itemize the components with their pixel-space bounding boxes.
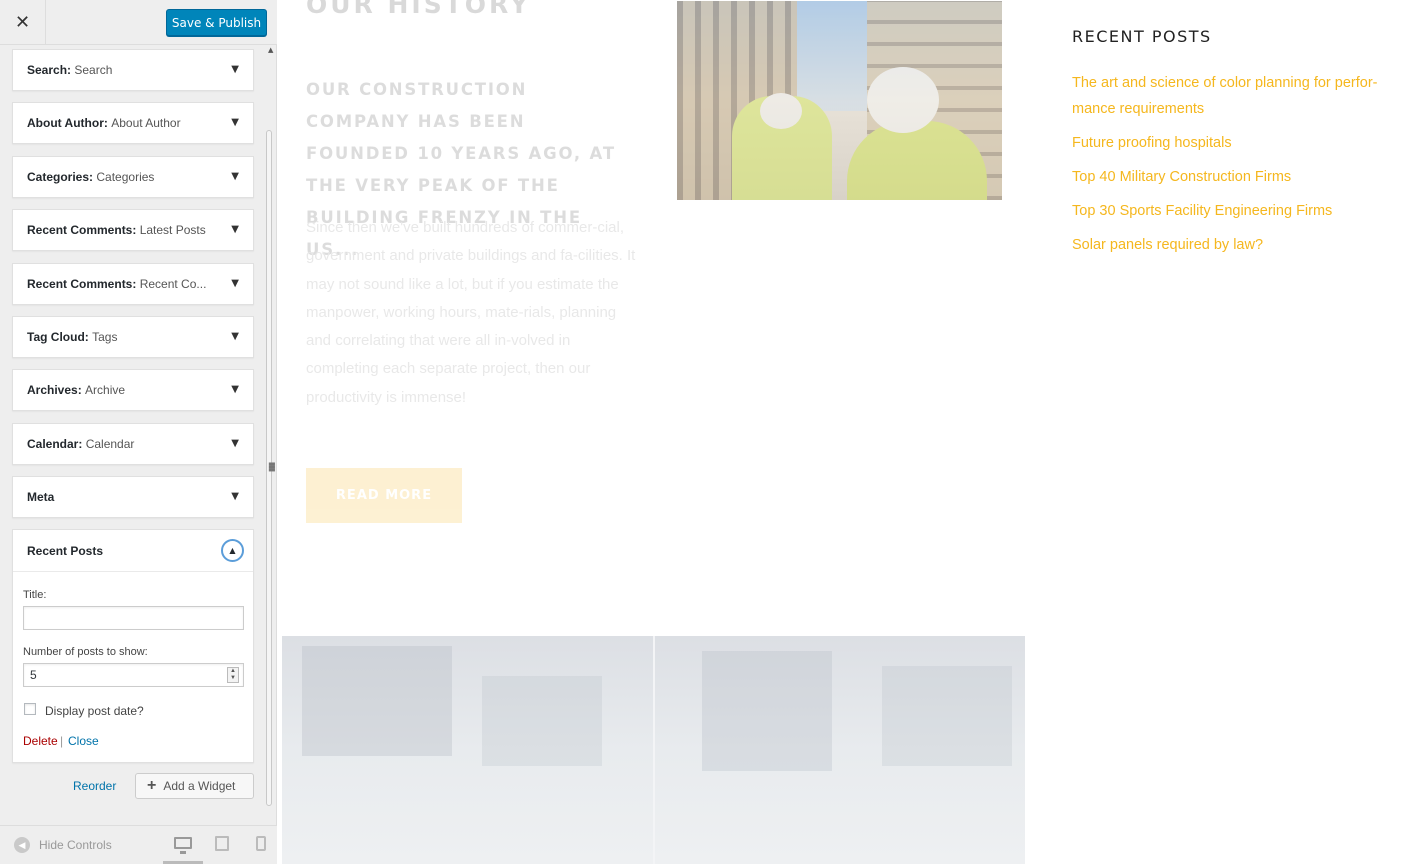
recent-post-link[interactable]: Solar panels required by law? [1072,232,1392,258]
widget-name: Recent Comments [27,277,133,291]
add-widget-label: Add a Widget [163,779,236,793]
sidebar-footer: ◀ Hide Controls [0,825,277,864]
widget-name: Recent Comments [27,223,133,237]
chevron-up-icon[interactable]: ▲ [221,539,244,562]
widget-meta[interactable]: Meta ▼ [12,476,254,518]
widget-name: Categories [27,170,90,184]
posts-count-input[interactable]: 5 ▲ ▼ [23,663,244,687]
save-publish-button[interactable]: Save & Publish [166,9,267,36]
widget-about-author[interactable]: About Author: About Author ▼ [12,102,254,144]
title-input[interactable] [23,606,244,630]
chevron-down-icon[interactable]: ▼ [231,491,239,502]
widget-recent-comments-latest[interactable]: Recent Comments: Latest Posts ▼ [12,209,254,251]
read-more-button[interactable]: READ MORE [306,468,462,523]
hide-controls-button[interactable]: ◀ Hide Controls [14,837,112,853]
widget-name: Calendar [27,437,79,451]
widget-recent-comments-recent[interactable]: Recent Comments: Recent Co... ▼ [12,263,254,305]
chevron-down-icon[interactable]: ▼ [231,117,239,128]
chevron-down-icon[interactable]: ▼ [231,384,239,395]
chevron-down-icon[interactable]: ▼ [231,331,239,342]
widget-name: Recent Posts [27,543,104,558]
close-widget-link[interactable]: Close [68,734,99,748]
chevron-down-icon[interactable]: ▼ [231,224,239,235]
recent-post-link[interactable]: Top 40 Military Construction Firms [1072,164,1392,190]
widget-subtitle: Categories [96,170,155,184]
chevron-down-icon[interactable]: ▼ [231,64,239,75]
widget-name: Archives [27,383,78,397]
hide-controls-label: Hide Controls [39,838,112,852]
mobile-icon[interactable] [256,836,266,851]
customizer-sidebar: ✕ Save & Publish ▲ Search: Search ▼ Abou… [0,0,277,864]
widget-subtitle: Tags [92,330,118,344]
reorder-link[interactable]: Reorder [73,779,116,793]
history-body: Since then we've built hundreds of comme… [306,219,636,406]
widget-subtitle: About Author [111,116,181,130]
recent-post-link[interactable]: Future proofing hospitals [1072,130,1392,156]
recent-posts-list: The art and science of color planning fo… [1072,70,1392,266]
construction-photo [677,1,1002,200]
city-skyline-image [282,636,1025,864]
close-icon: ✕ [14,12,31,33]
widget-recent-posts-header[interactable]: Recent Posts ▲ [13,530,253,572]
link-separator: | [60,734,64,748]
scroll-up-arrow-icon[interactable]: ▲ [268,46,273,54]
widget-calendar[interactable]: Calendar: Calendar ▼ [12,423,254,465]
desktop-icon[interactable] [174,837,192,854]
history-title: OUR HISTORY [306,0,532,19]
tablet-icon[interactable] [215,836,229,851]
close-customizer-button[interactable]: ✕ [0,0,46,45]
sidebar-header: ✕ Save & Publish [0,0,277,45]
site-preview: OUR HISTORY OUR CONSTRUCTION COMPANY HAS… [282,0,1419,864]
widget-subtitle: Archive [85,383,126,397]
customizer-app: ✕ Save & Publish ▲ Search: Search ▼ Abou… [0,0,1419,864]
title-field-label: Title: [23,589,47,601]
widget-name: About Author [27,116,104,130]
recent-post-link[interactable]: The art and science of color planning fo… [1072,70,1392,122]
widget-subtitle: Latest Posts [139,223,206,237]
display-date-checkbox[interactable] [24,703,36,715]
widget-subtitle: Recent Co... [139,277,207,291]
chevron-down-icon[interactable]: ▼ [231,278,239,289]
widget-tag-cloud[interactable]: Tag Cloud: Tags ▼ [12,316,254,358]
spinner-arrows-icon[interactable]: ▲ ▼ [227,667,239,683]
posts-count-value: 5 [30,668,37,682]
chevron-down-icon[interactable]: ▼ [231,438,239,449]
add-widget-button[interactable]: + Add a Widget [135,773,254,799]
delete-widget-link[interactable]: Delete [23,734,58,748]
widget-subtitle: Search [74,63,113,77]
widget-archives[interactable]: Archives: Archive ▼ [12,369,254,411]
scrollbar-grip-icon[interactable]: ▬ ▬ ▬ [268,460,276,474]
collapse-arrow-icon: ◀ [14,837,30,853]
recent-post-link[interactable]: Top 30 Sports Facility Engineering Firms [1072,198,1392,224]
widget-recent-posts-expanded: Recent Posts ▲ Title: Number of posts to… [12,529,254,763]
widget-subtitle: Calendar [85,437,135,451]
widget-name: Meta [27,490,55,504]
recent-posts-heading: RECENT POSTS [1072,27,1212,46]
display-date-label: Display post date? [45,704,144,718]
widget-name: Tag Cloud [27,330,85,344]
chevron-down-icon[interactable]: ▼ [231,171,239,182]
widget-categories[interactable]: Categories: Categories ▼ [12,156,254,198]
widget-name: Search [27,63,68,77]
plus-icon: + [147,777,157,794]
widget-search[interactable]: Search: Search ▼ [12,49,254,91]
count-field-label: Number of posts to show: [23,646,148,658]
